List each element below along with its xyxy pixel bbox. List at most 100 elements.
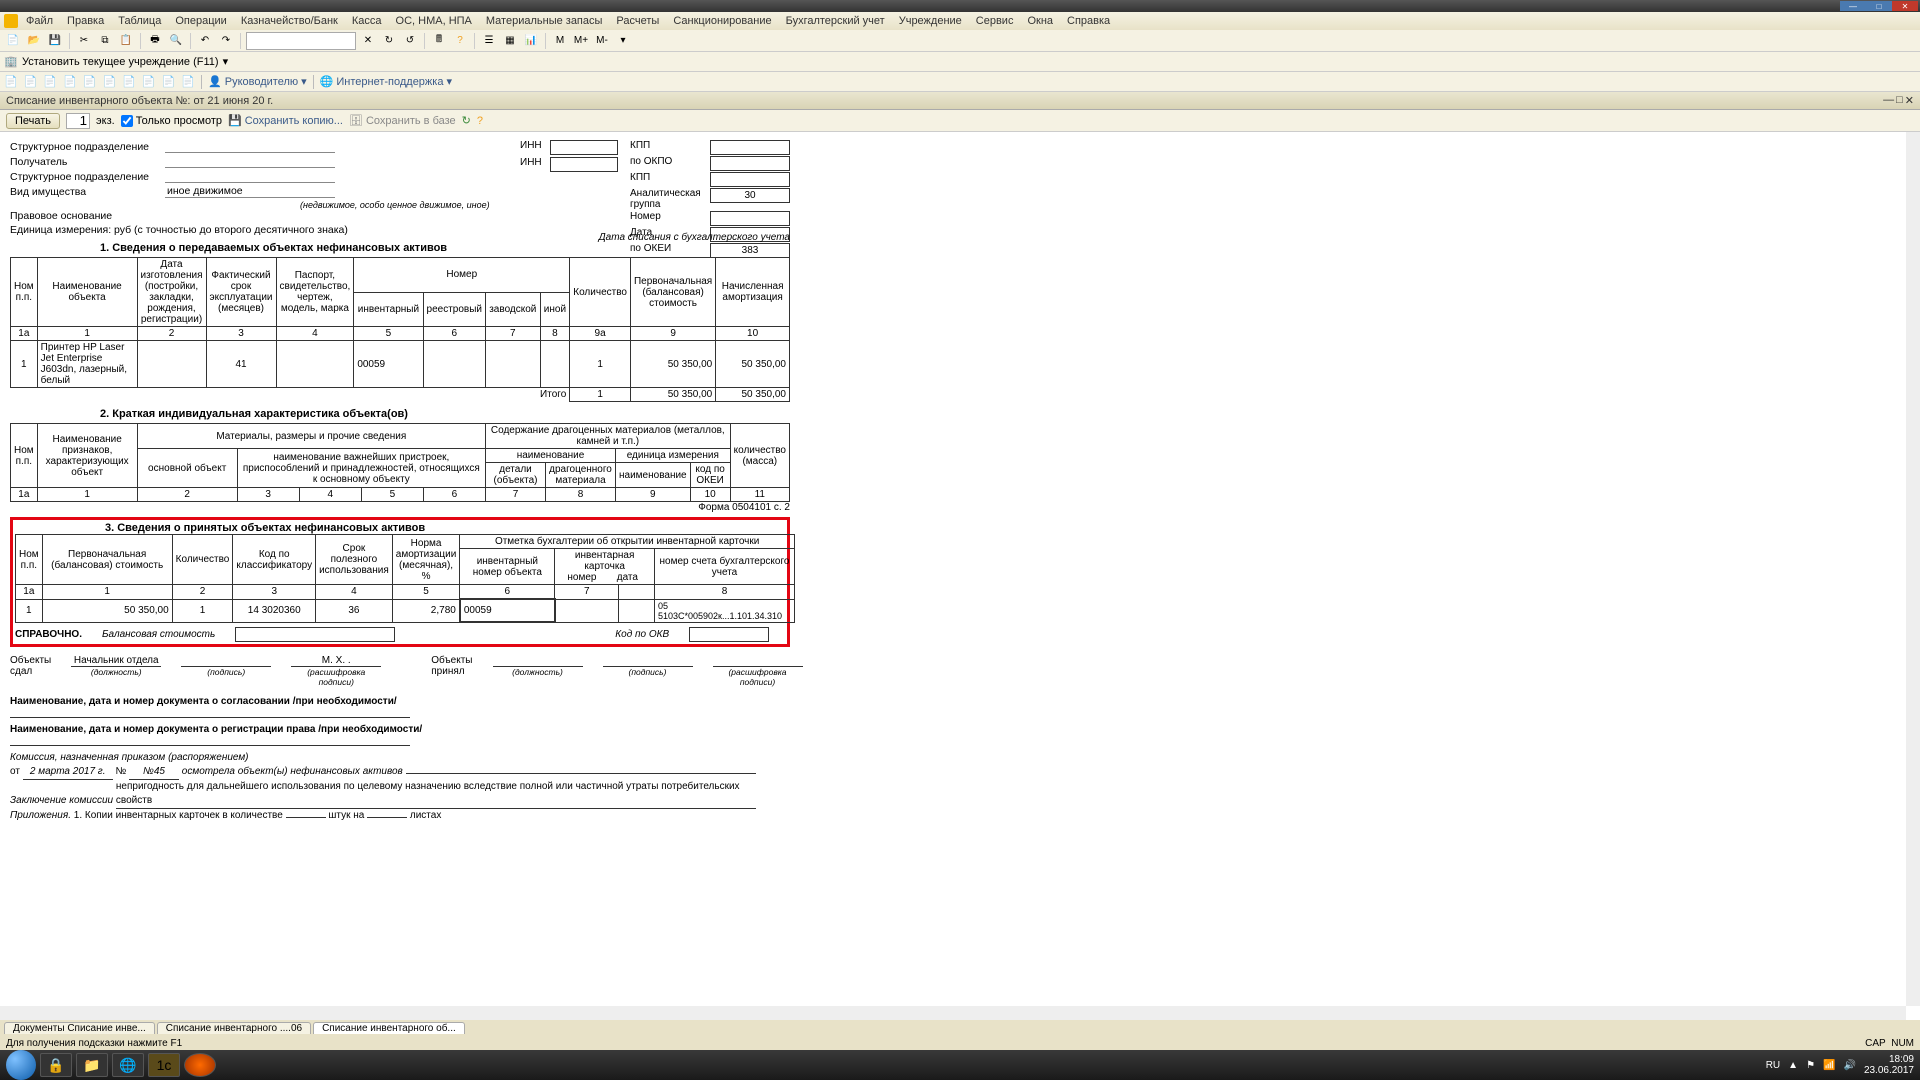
- tb3-icon-3[interactable]: 📄: [43, 75, 57, 88]
- taskbar-app-3[interactable]: 🌐: [112, 1053, 144, 1077]
- tb3-icon-1[interactable]: 📄: [4, 75, 18, 88]
- document-tab-bar: Списание инвентарного объекта №: от 21 и…: [0, 92, 1920, 110]
- refresh-icon[interactable]: ↻: [380, 32, 398, 50]
- menu-calc[interactable]: Расчеты: [610, 14, 665, 28]
- open-icon[interactable]: 📂: [25, 32, 43, 50]
- scrollbar-horizontal[interactable]: [0, 1006, 1906, 1020]
- tray-net-icon[interactable]: 📶: [1823, 1060, 1835, 1071]
- save-copy-link[interactable]: 💾Сохранить копию...: [228, 114, 343, 127]
- print-icon[interactable]: 🖶: [146, 32, 164, 50]
- menu-os[interactable]: ОС, НМА, НПА: [390, 14, 478, 28]
- window-minimize-button[interactable]: —: [1840, 1, 1866, 11]
- menu-file[interactable]: Файл: [20, 14, 59, 28]
- menu-institution[interactable]: Учреждение: [893, 14, 968, 28]
- m-button[interactable]: M: [551, 32, 569, 50]
- paste-icon[interactable]: 📋: [117, 32, 135, 50]
- set-org-link[interactable]: Установить текущее учреждение (F11): [22, 56, 219, 68]
- taskbar-app-2[interactable]: 📁: [76, 1053, 108, 1077]
- view-only-checkbox[interactable]: Только просмотр: [121, 115, 222, 127]
- manager-link[interactable]: 👤Руководителю▾: [208, 75, 307, 88]
- window-maximize-button[interactable]: □: [1866, 1, 1892, 11]
- calc-icon[interactable]: 🖩: [430, 32, 448, 50]
- save-icon[interactable]: 💾: [46, 32, 64, 50]
- tb3-icon-6[interactable]: 📄: [103, 75, 117, 88]
- menu-help[interactable]: Справка: [1061, 14, 1116, 28]
- copies-input[interactable]: [66, 113, 90, 129]
- tab-1[interactable]: Документы Списание инве...: [4, 1022, 155, 1034]
- mplus-button[interactable]: M+: [572, 32, 590, 50]
- tray-lang[interactable]: RU: [1766, 1060, 1780, 1071]
- menu-service[interactable]: Сервис: [970, 14, 1020, 28]
- tb3-icon-8[interactable]: 📄: [142, 75, 156, 88]
- menu-edit[interactable]: Правка: [61, 14, 110, 28]
- menu-windows[interactable]: Окна: [1021, 14, 1059, 28]
- tab-2[interactable]: Списание инвентарного ....06: [157, 1022, 311, 1034]
- document-content: Структурное подразделение Получатель Стр…: [0, 132, 1920, 1020]
- tray-date[interactable]: 23.06.2017: [1864, 1065, 1914, 1076]
- tb3-icon-9[interactable]: 📄: [162, 75, 176, 88]
- prin-sign: [603, 655, 693, 667]
- redo-icon[interactable]: ↷: [217, 32, 235, 50]
- table-colnum-row: 1а12 345 678: [16, 585, 795, 600]
- label-prop-type: Вид имущества: [10, 186, 165, 198]
- refresh2-icon[interactable]: ↺: [401, 32, 419, 50]
- search-combo[interactable]: [246, 32, 356, 50]
- preview-icon[interactable]: 🔍: [167, 32, 185, 50]
- print-button[interactable]: Печать: [6, 113, 60, 129]
- save-db-link[interactable]: 🗄Сохранить в базе: [349, 114, 456, 127]
- taskbar-app-4[interactable]: 1c: [148, 1053, 180, 1077]
- scrollbar-vertical[interactable]: [1906, 132, 1920, 1006]
- label-kpp2: КПП: [630, 172, 704, 187]
- mminus-button[interactable]: M-: [593, 32, 611, 50]
- label-unit: Единица измерения: руб (с точностью до в…: [10, 224, 348, 236]
- tb3-icon-4[interactable]: 📄: [63, 75, 77, 88]
- table-total-row: Итого 150 350,0050 350,00: [11, 388, 790, 402]
- chart-icon[interactable]: 📊: [522, 32, 540, 50]
- grid-icon[interactable]: ▦: [501, 32, 519, 50]
- dropdown-icon[interactable]: ▾: [223, 55, 229, 68]
- tray-vol-icon[interactable]: 🔊: [1843, 1060, 1855, 1071]
- menu-sanction[interactable]: Санкционирование: [667, 14, 777, 28]
- tb3-icon-2[interactable]: 📄: [24, 75, 38, 88]
- field-okei: 383: [710, 243, 790, 258]
- tray-up-icon[interactable]: ▲: [1788, 1060, 1798, 1071]
- help-icon[interactable]: ?: [451, 32, 469, 50]
- brush-icon[interactable]: ▾: [614, 32, 632, 50]
- tab-3[interactable]: Списание инвентарного об...: [313, 1022, 465, 1034]
- list-icon[interactable]: ☰: [480, 32, 498, 50]
- doc-min-icon[interactable]: —: [1883, 94, 1894, 107]
- menu-kassa[interactable]: Касса: [346, 14, 388, 28]
- copy-icon[interactable]: ⧉: [96, 32, 114, 50]
- refresh-doc-icon[interactable]: ↻: [462, 114, 471, 127]
- tb3-icon-7[interactable]: 📄: [122, 75, 136, 88]
- doc-close-icon[interactable]: ✕: [1905, 94, 1914, 107]
- tb3-icon-5[interactable]: 📄: [83, 75, 97, 88]
- internet-support-link[interactable]: 🌐Интернет-поддержка▾: [320, 75, 452, 88]
- field-prop-type: иное движимое: [165, 185, 335, 198]
- label-struct2: Структурное подразделение: [10, 171, 165, 183]
- tray-time[interactable]: 18:09: [1864, 1054, 1914, 1065]
- menu-table[interactable]: Таблица: [112, 14, 167, 28]
- taskbar-app-1[interactable]: 🔒: [40, 1053, 72, 1077]
- footer-l1: Наименование, дата и номер документа о с…: [10, 696, 397, 707]
- label-legal: Правовое основание: [10, 210, 165, 222]
- menu-accounting[interactable]: Бухгалтерский учет: [780, 14, 891, 28]
- undo-icon[interactable]: ↶: [196, 32, 214, 50]
- label-okpo: по ОКПО: [630, 156, 704, 171]
- doc-max-icon[interactable]: □: [1896, 94, 1903, 107]
- menu-materials[interactable]: Материальные запасы: [480, 14, 609, 28]
- taskbar-app-5[interactable]: [184, 1053, 216, 1077]
- start-button[interactable]: [6, 1050, 36, 1080]
- cut-icon[interactable]: ✂: [75, 32, 93, 50]
- menu-operations[interactable]: Операции: [169, 14, 232, 28]
- window-close-button[interactable]: ✕: [1892, 1, 1918, 11]
- menu-treasury[interactable]: Казначейство/Банк: [235, 14, 344, 28]
- tray-flag-icon[interactable]: ⚑: [1806, 1060, 1815, 1071]
- help-doc-icon[interactable]: ?: [477, 115, 483, 127]
- clear-icon[interactable]: ✕: [359, 32, 377, 50]
- tb3-icon-10[interactable]: 📄: [181, 75, 195, 88]
- footer-l2: Наименование, дата и номер документа о р…: [10, 724, 422, 735]
- window-title-bar: — □ ✕: [0, 0, 1920, 12]
- new-icon[interactable]: 📄: [4, 32, 22, 50]
- sdal-name: М. Х. .: [291, 655, 381, 667]
